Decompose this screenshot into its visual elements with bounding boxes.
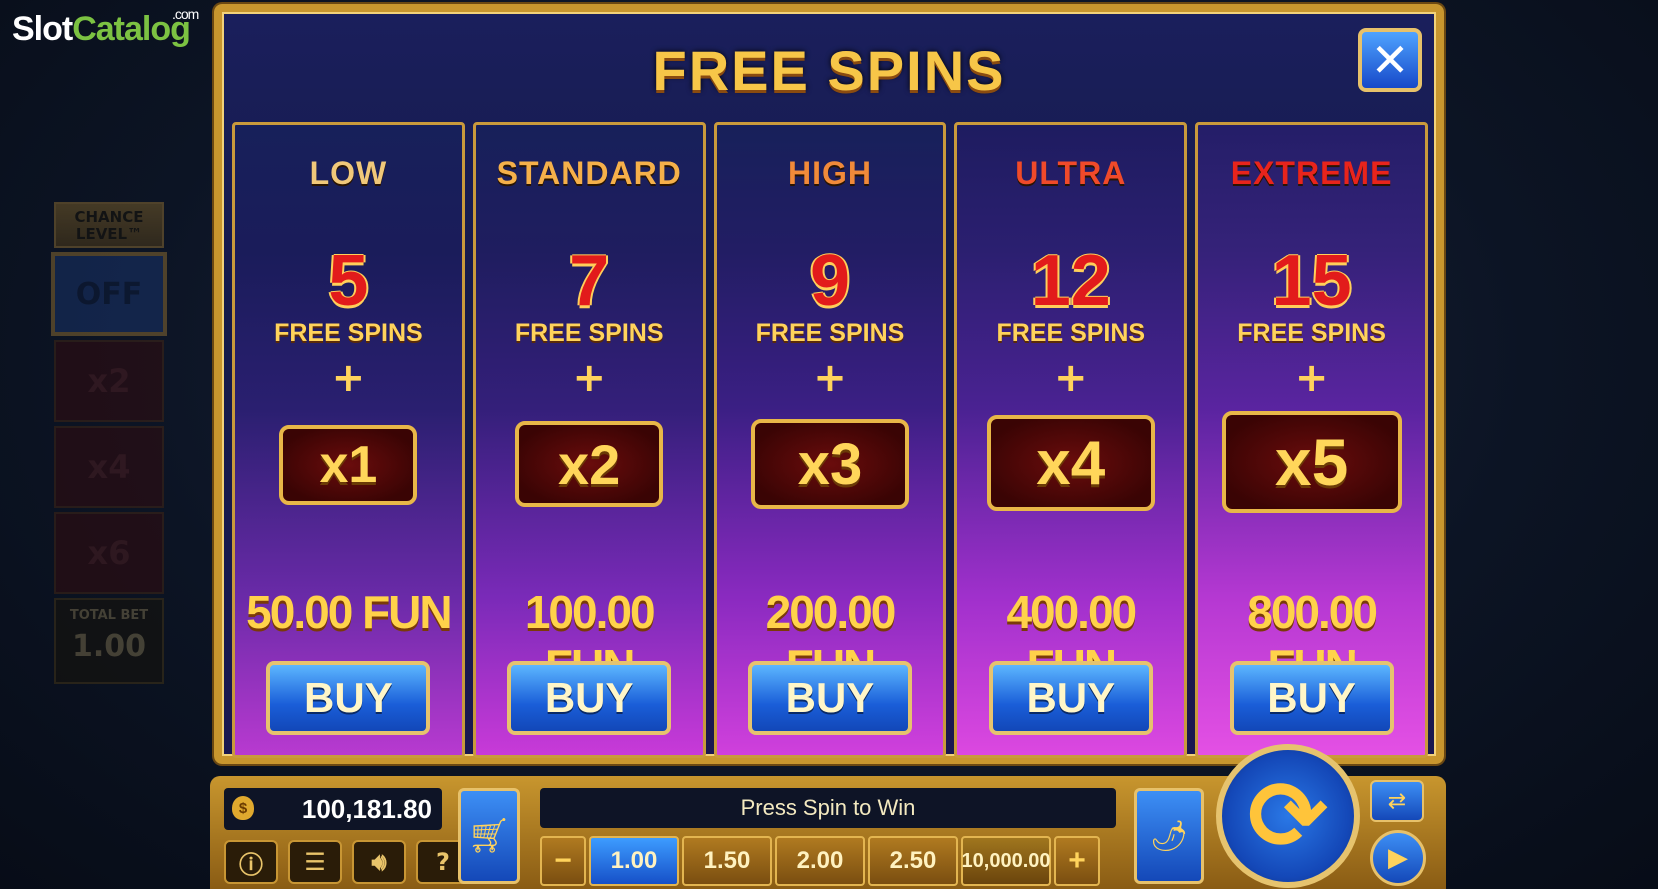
chance-x2-button[interactable]: x2 xyxy=(54,340,164,422)
plus-sign: + xyxy=(1054,355,1088,401)
tier-label: EXTREME xyxy=(1230,155,1393,191)
spin-button[interactable]: ⟳ xyxy=(1216,744,1360,888)
tier-label: ULTRA xyxy=(1015,155,1127,191)
spin-count: 9 xyxy=(809,241,851,321)
logo-suffix: .com xyxy=(172,6,199,22)
balance-value: 100,181.80 xyxy=(301,793,432,824)
play-icon: ▶ xyxy=(1388,843,1408,873)
tier-label: HIGH xyxy=(787,155,872,191)
bet-option-2[interactable]: 1.50 xyxy=(682,836,772,886)
sound-button[interactable]: 🔊︎ xyxy=(352,840,406,884)
multiplier-badge: x1 xyxy=(279,425,418,505)
price-label: 50.00 FUN xyxy=(246,586,452,638)
buy-button-standard[interactable]: BUY xyxy=(507,661,672,735)
menu-icon: ☰ xyxy=(304,848,326,876)
balance-display: $ 100,181.80 xyxy=(224,788,442,830)
chili-icon: 🌶︎ xyxy=(1149,818,1189,854)
free-spins-label: FREE SPINS xyxy=(1237,319,1386,347)
close-button[interactable]: ✕ xyxy=(1358,28,1422,92)
sound-icon: 🔊︎ xyxy=(371,848,387,876)
autospin-button[interactable]: ⇄ xyxy=(1370,780,1424,822)
spin-icon: ⟳ xyxy=(1247,760,1329,872)
free-spins-label: FREE SPINS xyxy=(996,319,1146,347)
plus-sign: + xyxy=(572,355,606,401)
chance-level-header: CHANCE LEVEL™ xyxy=(54,202,164,248)
free-spins-label: FREE SPINS xyxy=(514,319,664,347)
free-spins-modal: FREE SPINS ✕ LOW 5 FREE SPINS + x1 50.00… xyxy=(214,4,1444,764)
spin-count: 15 xyxy=(1271,241,1352,321)
close-icon: ✕ xyxy=(1370,33,1410,87)
option-card-ultra: ULTRA 12 FREE SPINS + x4 400.00 FUN BUY xyxy=(954,122,1188,758)
chance-level-off-button[interactable]: OFF xyxy=(51,252,167,336)
free-spins-options: LOW 5 FREE SPINS + x1 50.00 FUN BUY STAN… xyxy=(232,122,1428,758)
spin-count: 5 xyxy=(328,241,369,321)
option-card-high: HIGH 9 FREE SPINS + x3 200.00 FUN BUY xyxy=(713,122,947,758)
chance-x6-button[interactable]: x6 xyxy=(54,512,164,594)
chance-x4-button[interactable]: x4 xyxy=(54,426,164,508)
utility-buttons: ⓘ ☰ 🔊︎ ? xyxy=(224,840,470,884)
status-message: Press Spin to Win xyxy=(540,788,1116,828)
bet-option-3[interactable]: 2.00 xyxy=(775,836,865,886)
buy-button-high[interactable]: BUY xyxy=(747,661,912,735)
plus-sign: + xyxy=(331,355,366,401)
info-icon: ⓘ xyxy=(239,850,263,879)
multiplier-badge: x5 xyxy=(1221,411,1402,513)
total-bet-value: 1.00 xyxy=(71,629,147,664)
modal-title: FREE SPINS xyxy=(652,39,1006,102)
buy-button-extreme[interactable]: BUY xyxy=(1229,661,1394,735)
multiplier-badge: x4 xyxy=(986,415,1155,511)
bottom-control-bar: $ 100,181.80 ⓘ ☰ 🔊︎ ? 🛒︎ Press Spin to W… xyxy=(210,744,1446,889)
logo-part-slot: Slot xyxy=(12,10,73,48)
spin-count: 12 xyxy=(1030,241,1111,321)
bet-option-1[interactable]: 1.00 xyxy=(589,836,679,886)
buy-feature-button[interactable]: 🛒︎ xyxy=(458,788,520,884)
menu-button[interactable]: ☰ xyxy=(288,840,342,884)
bet-option-4[interactable]: 2.50 xyxy=(868,836,958,886)
plus-sign: + xyxy=(813,355,847,401)
buy-button-ultra[interactable]: BUY xyxy=(988,661,1153,735)
plus-sign: + xyxy=(1294,355,1329,401)
bet-decrease-button[interactable]: − xyxy=(540,836,586,886)
turbo-button[interactable]: ▶ xyxy=(1370,830,1426,886)
total-bet-label: TOTAL BET xyxy=(69,608,149,623)
option-card-low: LOW 5 FREE SPINS + x1 50.00 FUN BUY xyxy=(232,122,465,758)
multiplier-badge: x2 xyxy=(515,421,664,507)
spin-count: 7 xyxy=(569,241,610,321)
buy-button-low[interactable]: BUY xyxy=(266,661,431,735)
option-card-standard: STANDARD 7 FREE SPINS + x2 100.00 FUN BU… xyxy=(472,122,706,758)
tier-label: LOW xyxy=(309,155,388,191)
bet-selector: − 1.00 1.50 2.00 2.50 10,000.00 + xyxy=(540,836,1100,886)
money-bag-icon: $ xyxy=(232,796,254,820)
bet-increase-button[interactable]: + xyxy=(1054,836,1100,886)
shopping-cart-icon: 🛒︎ xyxy=(467,816,511,856)
bet-option-max[interactable]: 10,000.00 xyxy=(961,836,1051,886)
info-button[interactable]: ⓘ xyxy=(224,840,278,884)
autospin-icon: ⇄ xyxy=(1387,788,1407,814)
slotcatalog-logo: SlotCatalog .com xyxy=(12,6,212,60)
option-card-extreme: EXTREME 15 FREE SPINS + x5 800.00 FUN BU… xyxy=(1195,122,1428,758)
total-bet-display: TOTAL BET 1.00 xyxy=(54,598,164,684)
free-spins-label: FREE SPINS xyxy=(274,319,423,347)
chance-level-panel: CHANCE LEVEL™ OFF x2 x4 x6 TOTAL BET 1.0… xyxy=(51,202,167,684)
tier-label: STANDARD xyxy=(496,155,682,191)
free-spins-label: FREE SPINS xyxy=(755,319,905,347)
multiplier-badge: x3 xyxy=(750,419,909,509)
chili-feature-button[interactable]: 🌶︎ xyxy=(1134,788,1204,884)
